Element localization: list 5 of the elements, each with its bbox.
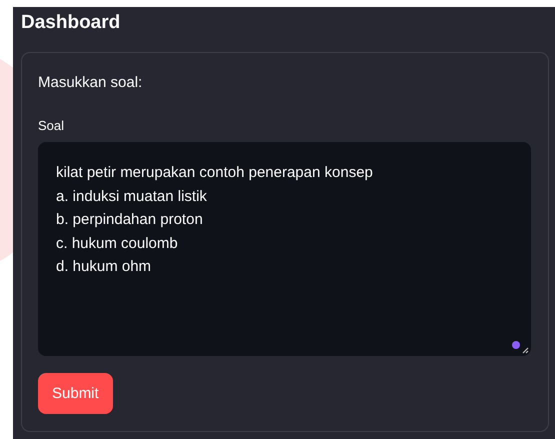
- input-field[interactable]: kilat petir merupakan contoh penerapan konsep a. induksi muatan listik b. perpindahan proton c. hukum coulomb d. hukum ohm: [38, 142, 531, 356]
- field-label: Soal: [38, 118, 66, 134]
- page-title: Dashboard: [21, 12, 122, 34]
- form-heading: Masukkan soal:: [38, 73, 144, 93]
- resize-handle-icon[interactable]: [522, 347, 529, 354]
